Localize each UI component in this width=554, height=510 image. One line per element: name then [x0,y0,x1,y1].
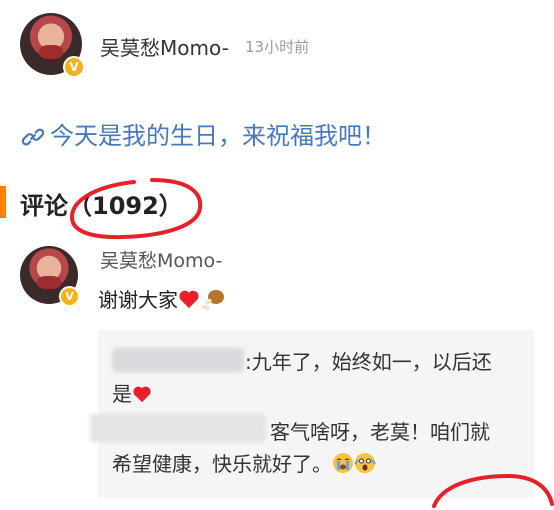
reply-line: :九年了，始终如一，以后还 [245,346,492,375]
post-text[interactable]: 今天是我的生日，来祝福我吧！ [21,116,386,151]
heart-icon [178,289,200,314]
reply-line: 是 [112,378,152,408]
reply-text: 是 [112,382,132,406]
blurred-username [112,348,244,372]
comments-accent-bar [0,186,6,218]
blurred-username [90,414,266,442]
link-icon [21,126,45,148]
reply-line: 希望健康，快乐就好了。 [112,448,376,479]
comment-text[interactable]: 谢谢大家 [98,284,226,316]
chicken-leg-icon [200,287,226,316]
reply-text: 希望健康，快乐就好了。 [112,452,332,476]
reply-text: :九年了，始终如一，以后还 [245,350,492,374]
comment-text-content: 谢谢大家 [98,288,178,312]
comment-author-name[interactable]: 吴莫愁Momo- [100,246,222,273]
heart-icon [132,384,152,408]
post-author-name[interactable]: 吴莫愁Momo- [100,32,229,61]
scream-emoji-icon [354,452,376,479]
post-text-content: 今天是我的生日，来祝福我吧！ [50,122,386,150]
red-circle-annotation [70,178,203,240]
post-timestamp: 13小时前 [245,38,310,56]
crying-emoji-icon [332,452,354,479]
reply-text: 客气啥呀，老莫！咱们就 [270,420,490,444]
verified-badge-icon: V [59,286,80,307]
verified-badge-icon: V [63,56,85,78]
red-circle-annotation [432,473,554,508]
reply-line: 客气啥呀，老莫！咱们就 [270,416,490,445]
